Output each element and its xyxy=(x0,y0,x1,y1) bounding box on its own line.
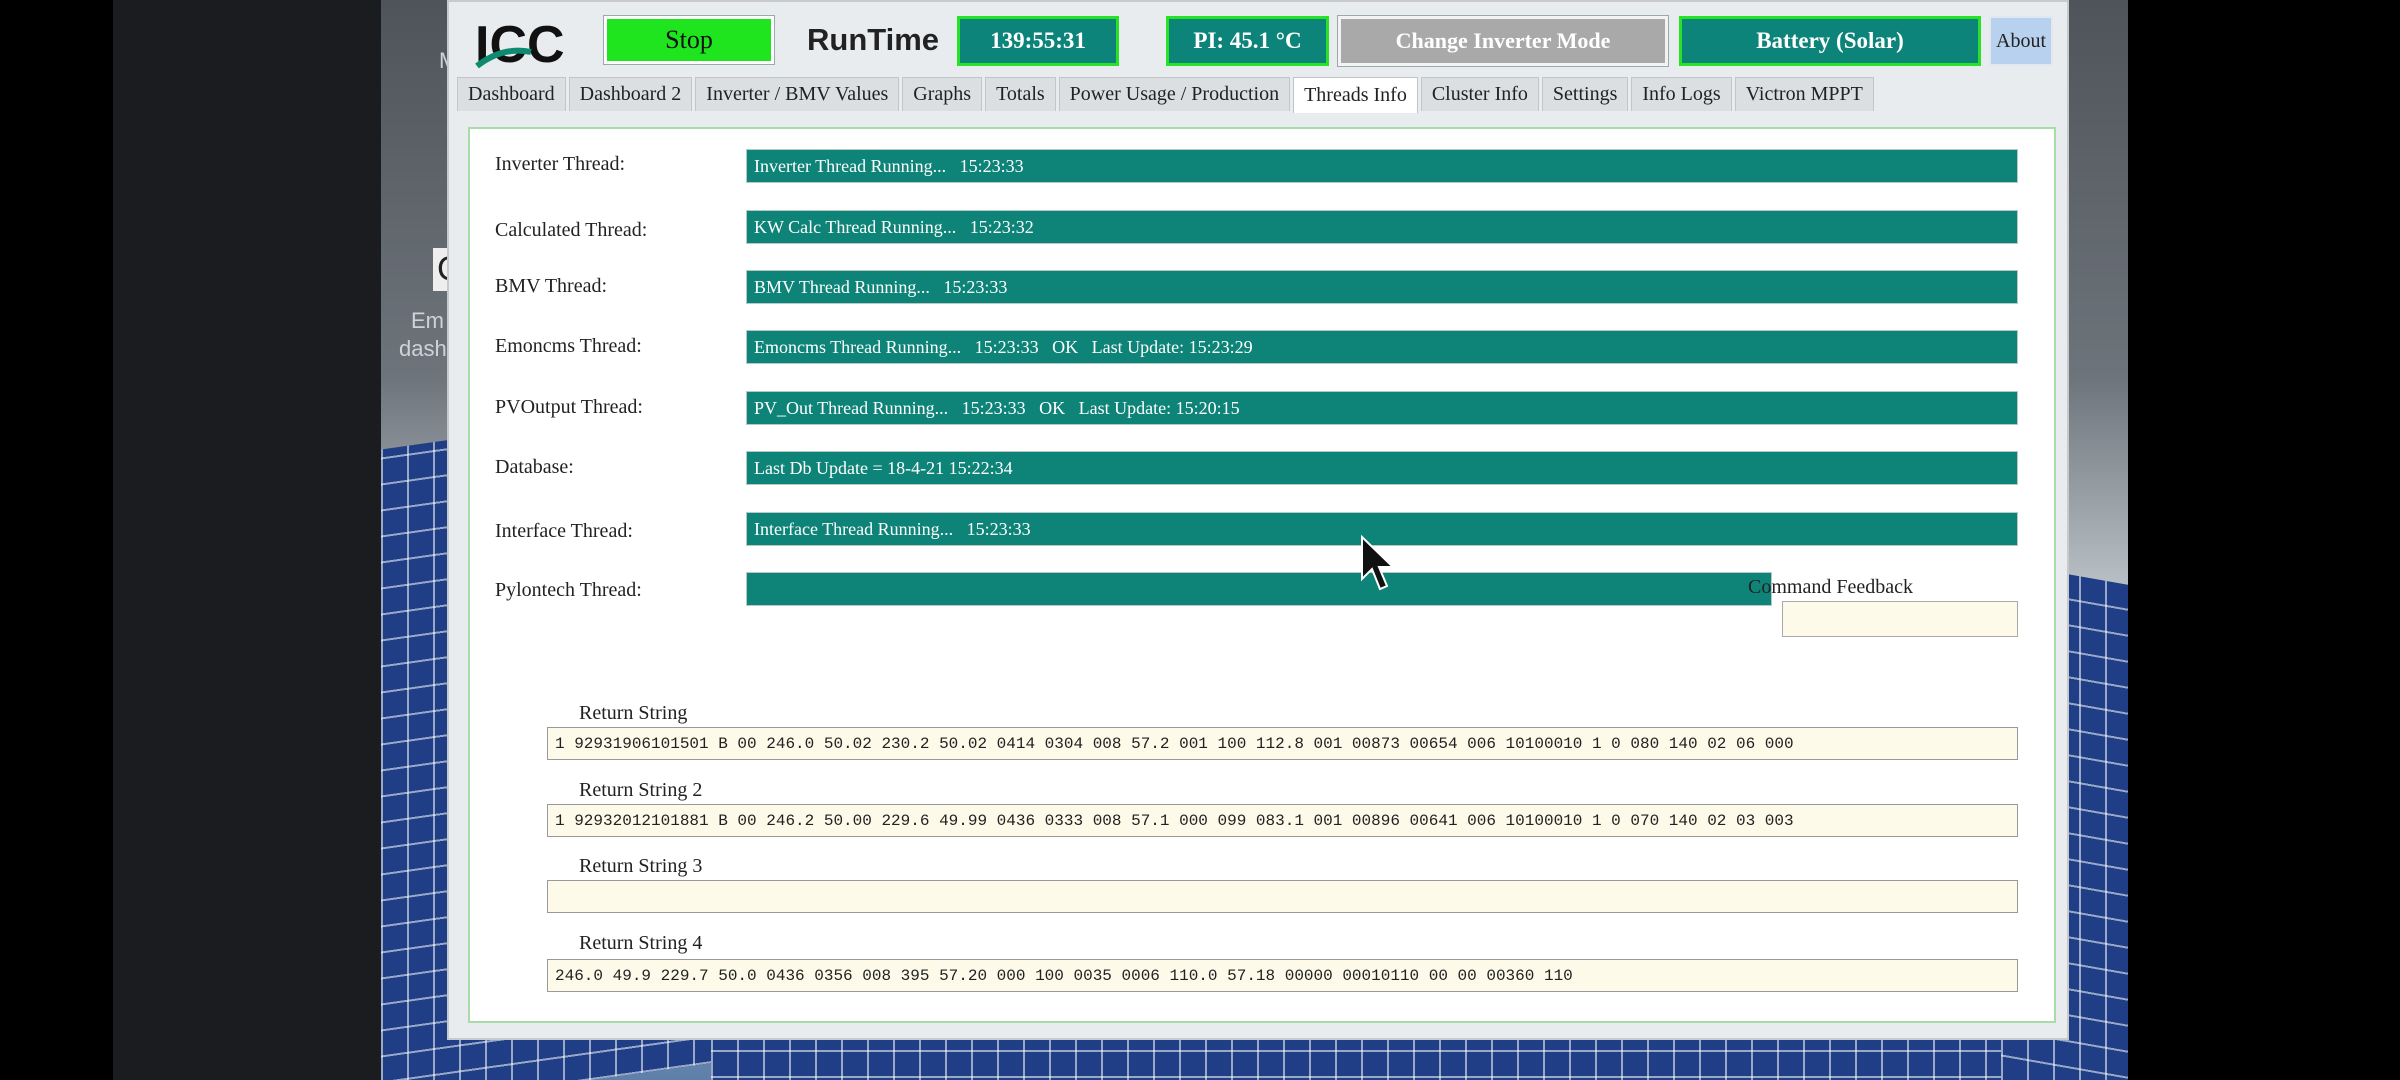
left-desktop-strip xyxy=(113,0,381,1080)
about-button[interactable]: About xyxy=(1989,16,2053,66)
command-feedback-label: Command Feedback xyxy=(1748,576,1913,598)
calculated-thread-status: KW Calc Thread Running... 15:23:32 xyxy=(746,210,2018,244)
interface-thread-label: Interface Thread: xyxy=(495,520,633,542)
runtime-value: 139:55:31 xyxy=(957,16,1119,66)
emoncms-thread-status: Emoncms Thread Running... 15:23:33 OK La… xyxy=(746,330,2018,364)
tab-settings[interactable]: Settings xyxy=(1541,77,1629,111)
inverter-thread-status: Inverter Thread Running... 15:23:33 xyxy=(746,149,2018,183)
tab-dashboard[interactable]: Dashboard xyxy=(457,77,566,111)
bmv-thread-status: BMV Thread Running... 15:23:33 xyxy=(746,270,2018,304)
pylontech-thread-label: Pylontech Thread: xyxy=(495,579,642,601)
tab-victron-mppt[interactable]: Victron MPPT xyxy=(1734,77,1874,111)
return-string-2-field[interactable]: 1 92932012101881 B 00 246.2 50.00 229.6 … xyxy=(547,804,2018,837)
tab-dashboard-2[interactable]: Dashboard 2 xyxy=(568,77,693,111)
return-string-3-field[interactable] xyxy=(547,880,2018,913)
emoncms-thread-label: Emoncms Thread: xyxy=(495,335,642,357)
bmv-thread-label: BMV Thread: xyxy=(495,275,608,297)
stop-button[interactable]: Stop xyxy=(603,15,775,65)
command-feedback-field[interactable] xyxy=(1782,601,2018,637)
return-string-field[interactable]: 1 92931906101501 B 00 246.0 50.02 230.2 … xyxy=(547,727,2018,760)
pylontech-thread-status xyxy=(746,572,1772,606)
battery-mode-status: Battery (Solar) xyxy=(1679,16,1981,66)
left-margin xyxy=(0,0,113,1080)
return-string-3-label: Return String 3 xyxy=(579,855,703,877)
return-string-4-field[interactable]: 246.0 49.9 229.7 50.0 0436 0356 008 395 … xyxy=(547,959,2018,992)
runtime-label: RunTime xyxy=(807,22,940,57)
tab-inverter-bmv-values[interactable]: Inverter / BMV Values xyxy=(695,77,900,111)
database-label: Database: xyxy=(495,456,574,478)
app-window: ICC Stop RunTime 139:55:31 PI: 45.1 °C C… xyxy=(447,0,2069,1040)
change-inverter-mode-button[interactable]: Change Inverter Mode xyxy=(1337,15,1669,67)
threads-info-panel: Inverter Thread: Inverter Thread Running… xyxy=(468,127,2056,1023)
desktop-text: dash xyxy=(399,336,447,361)
database-status: Last Db Update = 18-4-21 15:22:34 xyxy=(746,451,2018,485)
tab-threads-info[interactable]: Threads Info xyxy=(1293,77,1418,113)
calculated-thread-label: Calculated Thread: xyxy=(495,219,648,241)
tab-bar: Dashboard Dashboard 2 Inverter / BMV Val… xyxy=(457,77,1877,113)
header-bar: ICC Stop RunTime 139:55:31 PI: 45.1 °C C… xyxy=(449,2,2067,76)
mouse-cursor-icon xyxy=(1361,535,1396,591)
tab-totals[interactable]: Totals xyxy=(985,77,1056,111)
return-string-label: Return String xyxy=(579,702,688,724)
return-string-2-label: Return String 2 xyxy=(579,779,703,801)
tab-cluster-info[interactable]: Cluster Info xyxy=(1420,77,1539,111)
return-string-4-label: Return String 4 xyxy=(579,932,703,954)
pvoutput-thread-status: PV_Out Thread Running... 15:23:33 OK Las… xyxy=(746,391,2018,425)
tab-graphs[interactable]: Graphs xyxy=(902,77,983,111)
tab-info-logs[interactable]: Info Logs xyxy=(1631,77,1732,111)
pi-temperature: PI: 45.1 °C xyxy=(1166,16,1329,66)
icc-logo-icon: ICC xyxy=(475,16,565,72)
inverter-thread-label: Inverter Thread: xyxy=(495,153,626,175)
tab-power-usage-production[interactable]: Power Usage / Production xyxy=(1058,77,1291,111)
pvoutput-thread-label: PVOutput Thread: xyxy=(495,396,643,418)
right-margin xyxy=(2128,0,2400,1080)
desktop-text: Em xyxy=(411,308,444,333)
svg-text:ICC: ICC xyxy=(475,16,565,72)
